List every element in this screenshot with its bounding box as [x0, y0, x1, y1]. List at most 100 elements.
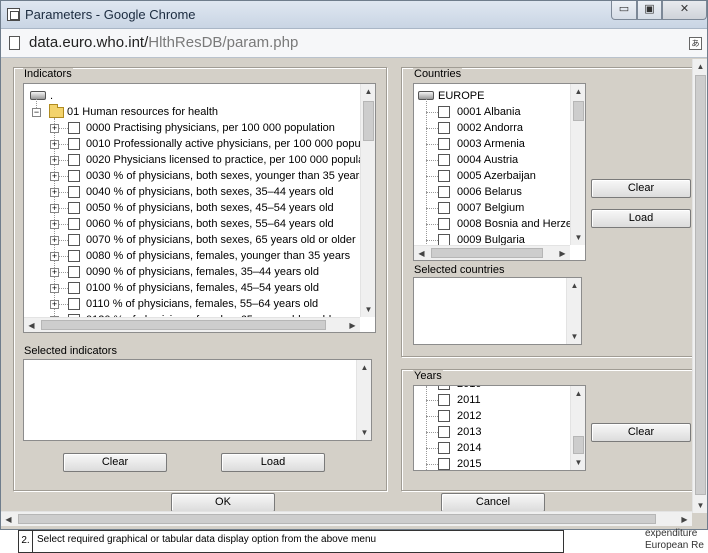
year-item[interactable]: 2011 — [414, 392, 570, 408]
selected-indicators-vscroll[interactable]: ▲ ▼ — [356, 360, 371, 440]
translate-icon[interactable]: あ — [689, 37, 702, 50]
indicator-item[interactable]: +0090 % of physicians, females, 35–44 ye… — [24, 264, 360, 280]
country-item[interactable]: 0003 Armenia — [414, 136, 570, 152]
indicator-item[interactable]: +0060 % of physicians, both sexes, 55–64… — [24, 216, 360, 232]
expand-icon[interactable]: + — [50, 204, 59, 213]
country-item[interactable]: 0001 Albania — [414, 104, 570, 120]
indicator-checkbox[interactable] — [68, 138, 80, 150]
year-checkbox[interactable] — [438, 410, 450, 422]
indicator-item[interactable]: +0010 Professionally active physicians, … — [24, 136, 369, 152]
scroll-down-icon[interactable]: ▼ — [571, 455, 585, 470]
expand-icon[interactable]: + — [50, 252, 59, 261]
indicators-clear-button[interactable]: Clear — [63, 453, 167, 472]
selected-countries-list[interactable]: ▲ ▼ — [413, 277, 582, 345]
countries-root[interactable]: EUROPE — [414, 88, 570, 104]
year-item[interactable]: 2015 — [414, 456, 570, 470]
country-checkbox[interactable] — [438, 186, 450, 198]
indicator-checkbox[interactable] — [68, 186, 80, 198]
year-item[interactable]: 2010 — [414, 386, 570, 392]
countries-hscroll[interactable]: ◀ ▶ — [414, 245, 570, 260]
indicator-checkbox[interactable] — [68, 122, 80, 134]
indicators-vscroll[interactable]: ▲ ▼ — [360, 84, 375, 317]
indicator-item[interactable]: +0100 % of physicians, females, 45–54 ye… — [24, 280, 360, 296]
scroll-left-icon[interactable]: ◀ — [24, 318, 39, 332]
url-text[interactable]: data.euro.who.int/HlthResDB/param.php — [29, 34, 298, 51]
scroll-down-icon[interactable]: ▼ — [571, 230, 585, 245]
year-item[interactable]: 2013 — [414, 424, 570, 440]
country-item[interactable]: 0008 Bosnia and Herzegovina — [414, 216, 585, 232]
minimize-button[interactable]: ▭ — [611, 1, 637, 20]
country-item[interactable]: 0005 Azerbaijan — [414, 168, 570, 184]
years-clear-button[interactable]: Clear — [591, 423, 691, 442]
indicator-checkbox[interactable] — [68, 170, 80, 182]
cancel-button[interactable]: Cancel — [441, 493, 545, 512]
scroll-right-icon[interactable]: ▶ — [555, 246, 570, 260]
country-checkbox[interactable] — [438, 202, 450, 214]
page-hscroll[interactable]: ◀ ▶ — [1, 511, 692, 526]
tree-root[interactable]: . — [24, 88, 364, 104]
indicator-item[interactable]: +0030 % of physicians, both sexes, young… — [24, 168, 365, 184]
year-checkbox[interactable] — [438, 442, 450, 454]
country-item[interactable]: 0006 Belarus — [414, 184, 570, 200]
indicator-checkbox[interactable] — [68, 234, 80, 246]
scroll-up-icon[interactable]: ▲ — [571, 386, 585, 401]
expand-icon[interactable]: + — [50, 268, 59, 277]
country-checkbox[interactable] — [438, 106, 450, 118]
expand-icon[interactable]: + — [50, 156, 59, 165]
country-item[interactable]: 0002 Andorra — [414, 120, 570, 136]
scroll-left-icon[interactable]: ◀ — [414, 246, 429, 260]
countries-load-button[interactable]: Load — [591, 209, 691, 228]
address-bar[interactable]: data.euro.who.int/HlthResDB/param.php あ — [1, 29, 707, 58]
country-item[interactable]: 0004 Austria — [414, 152, 570, 168]
years-vscroll[interactable]: ▲ ▼ — [570, 386, 585, 470]
expand-icon[interactable]: + — [50, 284, 59, 293]
scroll-down-icon[interactable]: ▼ — [361, 302, 375, 317]
expand-icon[interactable]: + — [50, 220, 59, 229]
year-item[interactable]: 2014 — [414, 440, 570, 456]
year-checkbox[interactable] — [438, 426, 450, 438]
year-checkbox[interactable] — [438, 394, 450, 406]
indicator-checkbox[interactable] — [68, 250, 80, 262]
scroll-down-icon[interactable]: ▼ — [693, 498, 708, 513]
scroll-up-icon[interactable]: ▲ — [693, 59, 708, 74]
year-checkbox[interactable] — [438, 458, 450, 470]
indicator-item[interactable]: +0040 % of physicians, both sexes, 35–44… — [24, 184, 360, 200]
country-item[interactable]: 0007 Belgium — [414, 200, 570, 216]
indicator-checkbox[interactable] — [68, 298, 80, 310]
indicator-checkbox[interactable] — [68, 218, 80, 230]
year-item[interactable]: 2012 — [414, 408, 570, 424]
scroll-up-icon[interactable]: ▲ — [357, 360, 371, 375]
country-checkbox[interactable] — [438, 138, 450, 150]
countries-clear-button[interactable]: Clear — [591, 179, 691, 198]
scroll-left-icon[interactable]: ◀ — [1, 512, 16, 527]
maximize-button[interactable]: ▣ — [637, 1, 662, 20]
country-checkbox[interactable] — [438, 154, 450, 166]
scroll-up-icon[interactable]: ▲ — [361, 84, 375, 99]
years-list[interactable]: 2010 2011 2012 2013 2014 2015 ▲ ▼ — [413, 385, 586, 471]
page-scroll-thumb[interactable] — [695, 75, 706, 495]
indicator-item[interactable]: +0050 % of physicians, both sexes, 45–54… — [24, 200, 360, 216]
country-checkbox[interactable] — [438, 170, 450, 182]
expand-icon[interactable]: + — [50, 188, 59, 197]
year-checkbox[interactable] — [438, 386, 450, 390]
expand-icon[interactable]: + — [50, 140, 59, 149]
page-scroll-thumb-h[interactable] — [18, 514, 656, 524]
indicator-checkbox[interactable] — [68, 266, 80, 278]
scroll-right-icon[interactable]: ▶ — [345, 318, 360, 332]
countries-tree[interactable]: EUROPE 0001 Albania 0002 Andorra 0003 Arme… — [413, 83, 586, 261]
indicators-hscroll[interactable]: ◀ ▶ — [24, 317, 360, 332]
scroll-up-icon[interactable]: ▲ — [571, 84, 585, 99]
indicator-item[interactable]: +0000 Practising physicians, per 100 000… — [24, 120, 360, 136]
scroll-down-icon[interactable]: ▼ — [567, 329, 581, 344]
expand-icon[interactable]: + — [50, 236, 59, 245]
indicator-checkbox[interactable] — [68, 154, 80, 166]
scroll-thumb-h[interactable] — [41, 320, 326, 330]
country-checkbox[interactable] — [438, 122, 450, 134]
indicators-tree[interactable]: . − 01 Human resources for health +0000 … — [23, 83, 376, 333]
scroll-thumb[interactable] — [363, 101, 374, 141]
close-button[interactable]: ✕ — [662, 1, 707, 20]
scroll-down-icon[interactable]: ▼ — [357, 425, 371, 440]
ok-button[interactable]: OK — [171, 493, 275, 512]
indicator-item[interactable]: +0020 Physicians licensed to practice, p… — [24, 152, 367, 168]
selected-countries-vscroll[interactable]: ▲ ▼ — [566, 278, 581, 344]
